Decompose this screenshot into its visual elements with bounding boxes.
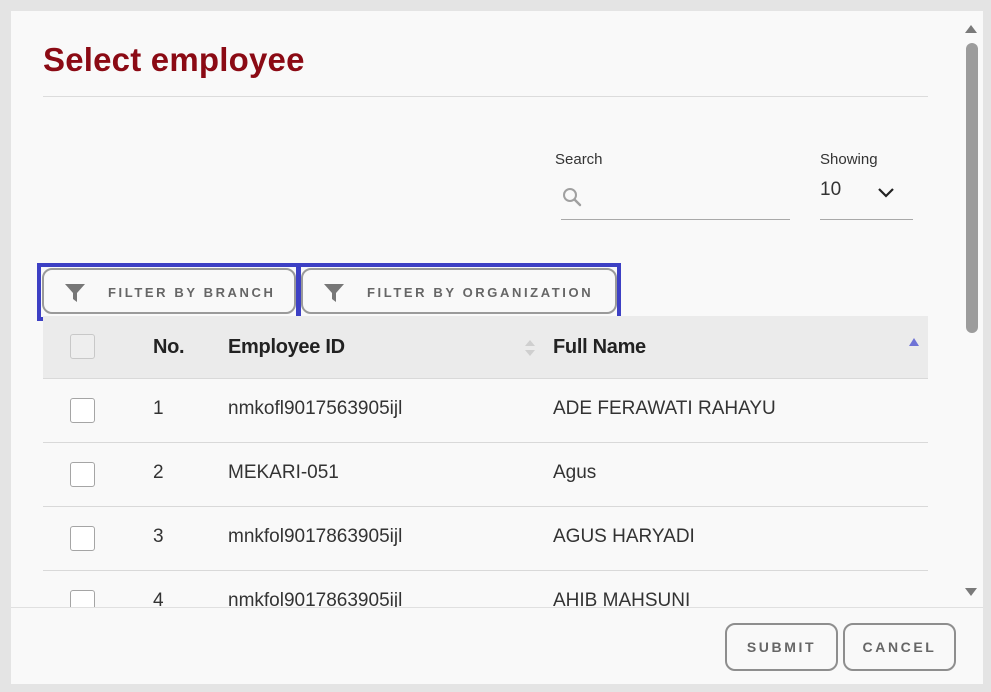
filter-by-organization-label: FILTER BY ORGANIZATION: [367, 285, 594, 300]
employee-table: No. Employee ID Full Name 1 nmkofl901756…: [43, 316, 928, 635]
sort-ascending-icon[interactable]: [908, 336, 920, 348]
filter-icon: [64, 282, 86, 304]
employee-id-cell: mnkfol9017863905ijl: [228, 526, 403, 547]
scroll-up-arrow-icon[interactable]: [964, 21, 978, 33]
select-employee-modal: Select employee Search Showing 10 FILTER…: [11, 11, 983, 684]
search-icon: [561, 186, 583, 208]
sort-icon[interactable]: [524, 338, 536, 358]
table-row[interactable]: 3 mnkfol9017863905ijl AGUS HARYADI: [43, 507, 928, 571]
showing-select[interactable]: 10: [820, 177, 913, 220]
table-row[interactable]: 1 nmkofl9017563905ijl ADE FERAWATI RAHAY…: [43, 379, 928, 443]
row-number: 1: [153, 398, 164, 419]
search-label: Search: [555, 151, 603, 168]
table-row[interactable]: 2 MEKARI-051 Agus: [43, 443, 928, 507]
chevron-down-icon: [876, 183, 896, 203]
row-checkbox[interactable]: [70, 398, 95, 423]
filter-by-branch-button[interactable]: FILTER BY BRANCH: [42, 268, 296, 314]
submit-button[interactable]: SUBMIT: [725, 623, 838, 671]
scroll-down-arrow-icon[interactable]: [964, 584, 978, 596]
showing-label: Showing: [820, 151, 878, 168]
row-checkbox[interactable]: [70, 526, 95, 551]
full-name-cell: AGUS HARYADI: [553, 526, 695, 547]
modal-footer: SUBMIT CANCEL: [11, 607, 983, 684]
vertical-scrollbar[interactable]: [962, 11, 982, 601]
employee-id-cell: MEKARI-051: [228, 462, 339, 483]
filter-icon: [323, 282, 345, 304]
column-header-no: No.: [153, 336, 185, 358]
row-checkbox[interactable]: [70, 462, 95, 487]
showing-value: 10: [820, 179, 842, 200]
column-header-full-name[interactable]: Full Name: [553, 336, 646, 359]
search-field: [561, 179, 790, 220]
page-title: Select employee: [43, 41, 305, 78]
filter-by-organization-button[interactable]: FILTER BY ORGANIZATION: [301, 268, 617, 314]
full-name-cell: ADE FERAWATI RAHAYU: [553, 398, 776, 419]
title-divider: [43, 96, 928, 97]
filter-by-branch-label: FILTER BY BRANCH: [108, 285, 276, 300]
select-all-checkbox[interactable]: [70, 334, 95, 359]
cancel-button[interactable]: CANCEL: [843, 623, 956, 671]
scrollbar-thumb[interactable]: [966, 43, 978, 333]
table-header: No. Employee ID Full Name: [43, 316, 928, 379]
full-name-cell: Agus: [553, 462, 597, 483]
row-number: 3: [153, 526, 164, 547]
row-number: 2: [153, 462, 164, 483]
search-input[interactable]: [591, 185, 790, 213]
column-header-employee-id[interactable]: Employee ID: [228, 336, 345, 359]
employee-id-cell: nmkofl9017563905ijl: [228, 398, 403, 419]
